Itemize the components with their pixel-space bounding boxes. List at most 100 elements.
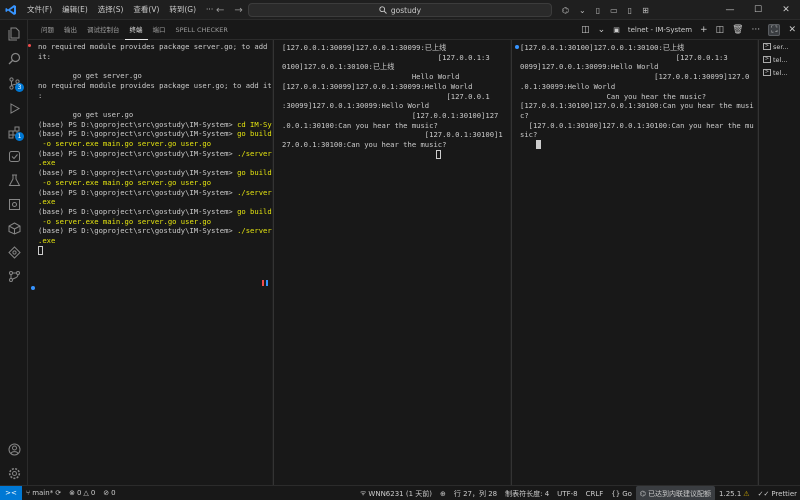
tab-ports[interactable]: 端口: [148, 20, 171, 40]
tab-terminal[interactable]: 终端: [124, 21, 148, 40]
maximize-icon[interactable]: ☐: [744, 0, 772, 20]
layout-panel-icon[interactable]: ▭: [610, 6, 618, 15]
terminal-list-item[interactable]: > ser...: [759, 40, 800, 53]
end-of-line[interactable]: CRLF: [582, 486, 608, 500]
close-icon[interactable]: ✕: [772, 0, 800, 20]
title-actions: ⌬ ⌄ ▯ ▭ ▯ ⊞: [562, 0, 649, 20]
chevron-down-icon[interactable]: ⌄: [598, 25, 606, 35]
source-control-icon[interactable]: 3: [4, 73, 24, 93]
more-actions-icon[interactable]: ···: [752, 25, 761, 35]
problems-indicator[interactable]: ⊗ 0 △ 0: [65, 486, 99, 500]
gitlens-icon[interactable]: [4, 242, 24, 262]
terminal-line: [127.0.0.1:30100]127.0.0.1:30100:Can you…: [520, 120, 754, 130]
forward-arrow-icon[interactable]: →: [234, 5, 242, 16]
maximize-panel-icon[interactable]: ⛶: [768, 24, 781, 36]
terminal-command-marker: [515, 45, 519, 49]
terminal-line: :30099]127.0.0.1:30099:Hello World: [282, 101, 430, 111]
menu-view[interactable]: 查看(V): [128, 0, 164, 20]
tab-spell-checker[interactable]: SPELL CHECKER: [171, 20, 233, 40]
add-terminal-icon[interactable]: +: [700, 25, 708, 35]
status-bar: >< ⑂ main* ⟳ ⊗ 0 △ 0 ⊘ 0 ᯤ WNN6231 (1 天前…: [0, 485, 800, 500]
layout-sidebar-icon[interactable]: ▯: [596, 6, 600, 15]
terminal-line: 0099]127.0.0.1:30099:Hello World: [520, 62, 659, 72]
terminal-output: [127.0.0.1:30100]127.0.0.1:30100:已上线 [12…: [520, 43, 754, 151]
go-version[interactable]: 1.25.1 ⚠: [715, 486, 754, 500]
terminal-list: > ser... > tel... > tel...: [758, 40, 800, 485]
extensions-icon[interactable]: 1: [4, 122, 24, 142]
menu-bar: 文件(F) 编辑(E) 选择(S) 查看(V) 转到(G) ···: [22, 0, 218, 20]
warning-icon: ⚠: [743, 489, 750, 498]
ports-indicator[interactable]: ⊘ 0: [99, 486, 119, 500]
tab-debug-console[interactable]: 调试控制台: [82, 20, 125, 40]
terminal-error-marker: [28, 44, 31, 47]
git-branch-icon: ⑂: [26, 489, 31, 497]
terminal-icon: ▣: [613, 26, 620, 34]
terminal-pane-server[interactable]: no required module provides package serv…: [28, 40, 272, 485]
terminal-line: (base) PS D:\goproject\src\gostudy\IM-Sy…: [38, 148, 272, 158]
graph-icon[interactable]: [4, 266, 24, 286]
docker-box-icon[interactable]: [4, 218, 24, 238]
menu-file[interactable]: 文件(F): [22, 0, 57, 20]
terminal-output: [127.0.0.1:30099]127.0.0.1:30099:已上线 [12…: [282, 43, 503, 160]
terminal-pane-telnet-1[interactable]: [127.0.0.1:30099]127.0.0.1:30099:已上线 [12…: [273, 40, 510, 485]
back-arrow-icon[interactable]: ←: [216, 5, 224, 16]
remote-indicator-icon[interactable]: ><: [0, 485, 22, 500]
terminal-line: 27.0.0.1:30100:Can you hear the music?: [282, 140, 447, 150]
branch-indicator[interactable]: ⑂ main* ⟳: [22, 486, 65, 500]
terminal-cursor: [38, 245, 43, 255]
tab-problems[interactable]: 问题: [36, 20, 59, 40]
terminal-list-item[interactable]: > tel...: [759, 53, 800, 66]
copilot-quota-status[interactable]: ⌬ 已达到内联建议配额: [635, 486, 716, 500]
testing-icon[interactable]: [4, 146, 24, 166]
radio-tower-icon: ⊘: [103, 489, 110, 497]
go-to-line-icon[interactable]: ⊕: [436, 486, 450, 500]
layout-sidebar-right-icon[interactable]: ▯: [628, 6, 632, 15]
terminal-line: [127.0.0.1:30100]127.0.0.1:30100:Can you…: [520, 101, 754, 111]
copilot-icon[interactable]: ⌬: [562, 6, 569, 15]
chevron-down-icon[interactable]: ⌄: [579, 6, 586, 15]
menu-go[interactable]: 转到(G): [164, 0, 201, 20]
terminal-name[interactable]: telnet - IM-System: [628, 26, 692, 34]
prettier-status[interactable]: ✓✓ Prettier: [754, 486, 800, 500]
minimize-icon[interactable]: —: [716, 0, 744, 20]
split-icon[interactable]: ◫: [716, 25, 725, 35]
terminal-line: [127.0.0.1:30100]127: [282, 110, 499, 120]
run-debug-icon[interactable]: [4, 98, 24, 118]
command-center-search[interactable]: gostudy: [248, 3, 552, 17]
wifi-indicator[interactable]: ᯤ WNN6231 (1 天前): [356, 486, 436, 500]
account-icon[interactable]: [4, 439, 24, 459]
tab-size[interactable]: 制表符长度: 4: [501, 486, 553, 500]
terminal-line: (base) PS D:\goproject\src\gostudy\IM-Sy…: [38, 187, 272, 197]
remote-explorer-icon[interactable]: [4, 194, 24, 214]
source-control-badge: 3: [15, 83, 24, 92]
terminal-list-item[interactable]: > tel...: [759, 66, 800, 79]
layout-customize-icon[interactable]: ⊞: [642, 6, 649, 15]
tab-output[interactable]: 输出: [59, 20, 82, 40]
terminal-output: no required module provides package serv…: [38, 42, 272, 256]
menu-edit[interactable]: 编辑(E): [57, 0, 93, 20]
window-controls: — ☐ ✕: [716, 0, 800, 20]
activity-bar: 3 1: [0, 20, 28, 485]
cursor-position[interactable]: 行 27，列 28: [450, 486, 501, 500]
terminal-line: [127.0.0.1:3: [282, 52, 490, 62]
settings-gear-icon[interactable]: [4, 463, 24, 483]
encoding[interactable]: UTF-8: [553, 486, 581, 500]
terminal-line: sic?: [520, 130, 538, 140]
search-icon: [379, 6, 387, 14]
menu-selection[interactable]: 选择(S): [93, 0, 129, 20]
language-mode[interactable]: {} Go: [607, 486, 636, 500]
terminal-pane-telnet-2[interactable]: [127.0.0.1:30100]127.0.0.1:30100:已上线 [12…: [511, 40, 757, 485]
explorer-icon[interactable]: [4, 24, 24, 44]
trash-icon[interactable]: 🗑: [732, 25, 743, 35]
flask-icon[interactable]: [4, 170, 24, 190]
panel-tools: ◫ ⌄ ▣ telnet - IM-System + ◫ 🗑 ··· ⛶ ✕: [581, 20, 796, 40]
vscode-logo-icon: [0, 0, 22, 20]
terminal-line: [127.0.0.1:30100]1: [282, 130, 503, 140]
close-panel-icon[interactable]: ✕: [788, 25, 796, 35]
search-icon[interactable]: [4, 48, 24, 68]
split-terminal-icon[interactable]: ◫: [581, 25, 590, 35]
terminal-line: [127.0.0.1:30099]127.0.0.1:30099:已上线: [282, 43, 447, 52]
panel-header: 问题 输出 调试控制台 终端 端口 SPELL CHECKER ◫ ⌄ ▣ te…: [28, 20, 800, 40]
